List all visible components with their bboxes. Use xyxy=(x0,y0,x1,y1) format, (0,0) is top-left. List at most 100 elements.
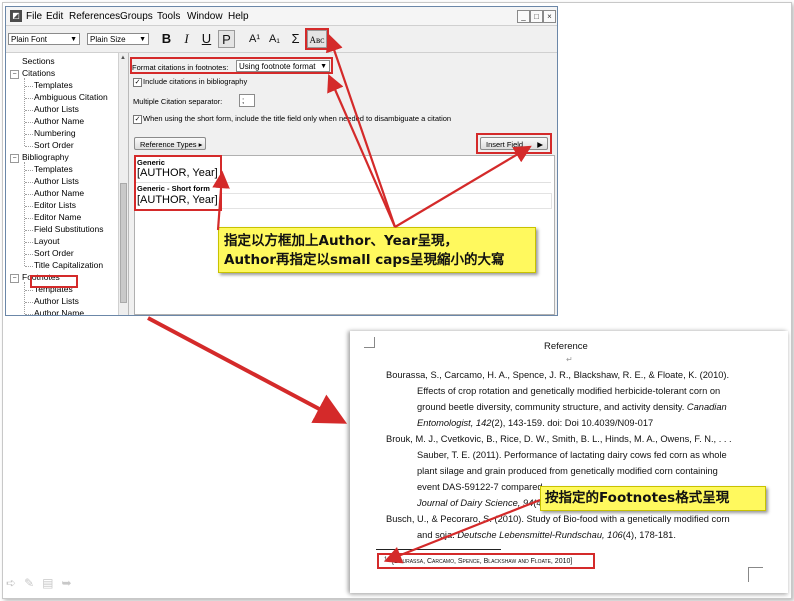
collapse-icon[interactable]: − xyxy=(10,154,19,163)
include-in-bibliography-checkbox[interactable]: ✓ xyxy=(133,78,142,87)
pointer-icon[interactable]: ➪ xyxy=(6,576,16,590)
menu-groups[interactable]: Groups xyxy=(120,11,153,22)
short-form-label: When using the short form, include the t… xyxy=(143,114,452,123)
tree-item-sections[interactable]: Sections xyxy=(22,56,55,67)
tree-item-author-lists[interactable]: Author Lists xyxy=(34,104,79,115)
superscript-button[interactable]: A¹ xyxy=(246,30,263,48)
tree-item-citations[interactable]: Citations xyxy=(22,68,55,79)
tree-connector xyxy=(24,282,25,314)
bibliography-line: plant silage and grain produced from gen… xyxy=(417,466,718,476)
tree-item-author-name[interactable]: Author Name xyxy=(34,188,84,199)
tree-item-numbering[interactable]: Numbering xyxy=(34,128,76,139)
footnote-separator xyxy=(376,549,501,550)
separator-label: Multiple Citation separator: xyxy=(133,97,223,106)
reference-heading: Reference xyxy=(544,341,588,352)
restore-icon[interactable]: □ xyxy=(530,10,543,23)
tree-connector xyxy=(24,78,25,146)
size-combo[interactable]: Plain Size ▼ xyxy=(87,33,149,45)
tree-connector xyxy=(24,162,25,266)
tree-item-editor-name[interactable]: Editor Name xyxy=(34,212,81,223)
tree-connector xyxy=(25,206,33,207)
bibliography-line: Entomologist, 142(2), 143-159. doi: Doi … xyxy=(417,418,654,428)
menu-edit[interactable]: Edit xyxy=(46,11,63,22)
font-combo-value: Plain Font xyxy=(11,35,48,44)
callout-footnote-note: 按指定的Footnotes格式呈現 xyxy=(540,486,766,511)
tree-item-author-name[interactable]: Author Name xyxy=(34,116,84,127)
menu-icon[interactable]: ▤ xyxy=(42,576,53,590)
chevron-down-icon: ▼ xyxy=(139,36,146,43)
font-combo[interactable]: Plain Font ▼ xyxy=(8,33,80,45)
reference-types-button[interactable]: Reference Types ▸ xyxy=(134,137,206,150)
app-icon: ◩ xyxy=(10,10,22,22)
tree-connector xyxy=(25,266,33,267)
tree-connector xyxy=(25,194,33,195)
separator-input[interactable]: ; xyxy=(239,94,255,107)
bibliography-line: Busch, U., & Pecoraro, S. (2010). Study … xyxy=(386,514,730,524)
menu-references[interactable]: References xyxy=(69,11,120,22)
underline-button[interactable]: U xyxy=(198,30,215,48)
italic-button[interactable]: I xyxy=(178,30,195,48)
bibliography-line: Effects of crop rotation and genetically… xyxy=(417,386,721,396)
tree-connector xyxy=(25,242,33,243)
tree-item-field-substitutions[interactable]: Field Substitutions xyxy=(34,224,103,235)
menu-file[interactable]: File xyxy=(26,11,42,22)
close-icon[interactable]: × xyxy=(543,10,556,23)
symbol-button[interactable]: Σ xyxy=(287,30,304,48)
tree-connector xyxy=(25,182,33,183)
tree-connector xyxy=(25,230,33,231)
tree-item-bibliography[interactable]: Bibliography xyxy=(22,152,69,163)
scroll-thumb[interactable] xyxy=(120,183,127,303)
forward-icon[interactable]: ➥ xyxy=(61,576,71,590)
tree-item-editor-lists[interactable]: Editor Lists xyxy=(34,200,76,211)
plain-button[interactable]: P xyxy=(218,30,235,48)
formatting-toolbar: Plain Font ▼ Plain Size ▼ B I U P A¹ A₁ … xyxy=(6,26,557,53)
tree-item-templates[interactable]: Templates xyxy=(34,80,73,91)
tree-item-sort-order[interactable]: Sort Order xyxy=(34,140,74,151)
tree-item-title-capitalization[interactable]: Title Capitalization xyxy=(34,260,103,271)
menu-help[interactable]: Help xyxy=(228,11,249,22)
subscript-button[interactable]: A₁ xyxy=(266,30,283,48)
tree-connector xyxy=(25,254,33,255)
tree-connector xyxy=(25,134,33,135)
bibliography-line: and soja. Deutsche Lebensmittel-Rundscha… xyxy=(417,530,676,540)
footnotes-templates-panel: Format citations in footnotes: Using foo… xyxy=(130,53,557,315)
menu-tools[interactable]: Tools xyxy=(157,11,180,22)
tree-connector xyxy=(25,98,33,99)
tree-connector xyxy=(25,170,33,171)
tree-connector xyxy=(25,86,33,87)
collapse-icon[interactable]: − xyxy=(10,70,19,79)
menu-window[interactable]: Window xyxy=(187,11,223,22)
bibliography-line: ground beetle diversity, community struc… xyxy=(417,402,727,412)
paragraph-mark: ↵ xyxy=(566,355,573,364)
pen-icon[interactable]: ✎ xyxy=(24,576,34,590)
small-caps-highlight xyxy=(305,28,329,50)
bibliography-line: Brouk, M. J., Cvetkovic, B., Rice, D. W.… xyxy=(386,434,732,444)
size-combo-value: Plain Size xyxy=(90,35,126,44)
tree-item-author-lists[interactable]: Author Lists xyxy=(34,176,79,187)
separator-value: ; xyxy=(242,96,245,105)
tree-item-author-name[interactable]: Author Name xyxy=(34,308,84,315)
tree-item-ambiguous-citation[interactable]: Ambiguous Citation xyxy=(34,92,108,103)
page-corner-mark xyxy=(364,337,375,348)
include-in-bibliography-label: Include citations in bibliography xyxy=(143,77,248,86)
minimize-icon[interactable]: _ xyxy=(517,10,530,23)
tree-item-sort-order[interactable]: Sort Order xyxy=(34,248,74,259)
template-highlight xyxy=(134,155,222,211)
short-form-checkbox[interactable]: ✓ xyxy=(133,115,142,124)
tree-connector xyxy=(25,290,33,291)
tree-item-templates[interactable]: Templates xyxy=(34,164,73,175)
tree-connector xyxy=(25,218,33,219)
scroll-up-icon[interactable]: ▲ xyxy=(120,55,126,61)
tree-scrollbar[interactable]: ▲ xyxy=(118,53,128,315)
bold-button[interactable]: B xyxy=(158,30,175,48)
format-setting-highlight xyxy=(130,57,333,74)
slide-nav-icons[interactable]: ➪ ✎ ▤ ➥ xyxy=(6,576,80,590)
tree-connector xyxy=(25,302,33,303)
tree-connector xyxy=(25,314,33,315)
tree-item-author-lists[interactable]: Author Lists xyxy=(34,296,79,307)
collapse-icon[interactable]: − xyxy=(10,274,19,283)
tree-item-layout[interactable]: Layout xyxy=(34,236,60,247)
callout-line-2: Author再指定以small caps呈現縮小的大寫 xyxy=(224,252,505,268)
chevron-down-icon: ▼ xyxy=(70,36,77,43)
bibliography-line: event DAS-59122-7 compared xyxy=(417,482,543,492)
